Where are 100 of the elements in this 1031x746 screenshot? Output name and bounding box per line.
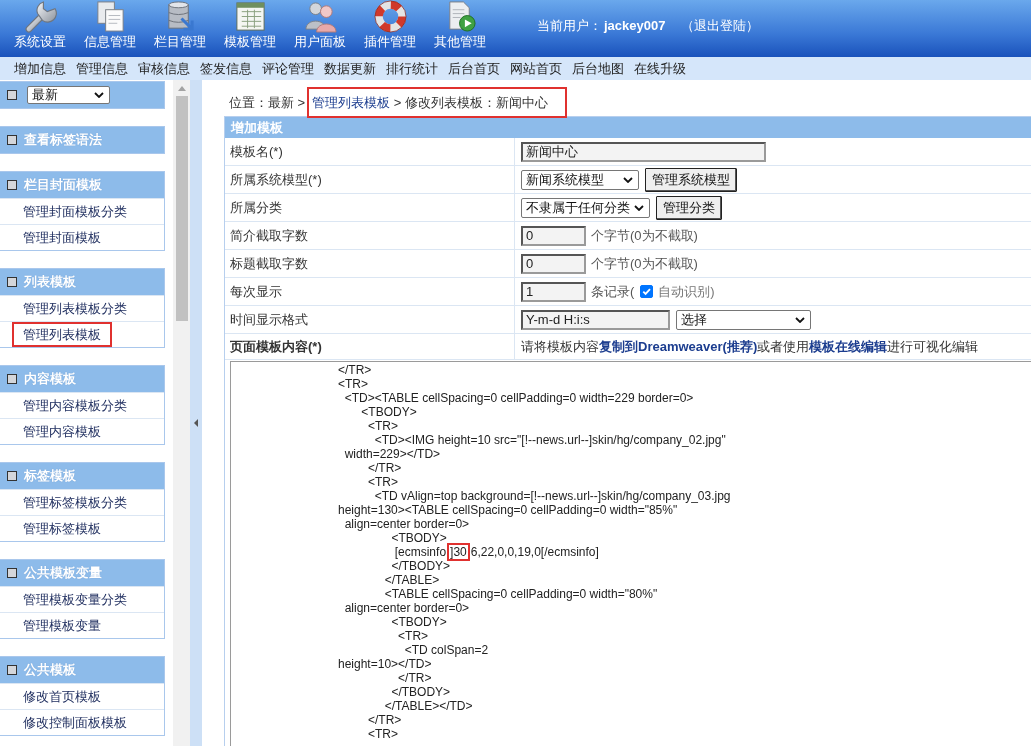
menu-item[interactable]: 信息管理: [75, 0, 145, 50]
sidebar-item[interactable]: 管理模板变量分类: [12, 587, 138, 612]
number-field[interactable]: 0: [521, 225, 586, 246]
users-icon: [303, 0, 337, 33]
square-icon[interactable]: [7, 135, 17, 145]
sidebar-item[interactable]: 管理内容模板: [12, 419, 112, 444]
code-editor[interactable]: [230, 361, 1031, 746]
code-line: </TBODY>: [391, 685, 451, 699]
field-label: 页面模板内容(*): [230, 337, 322, 356]
sidebar-item[interactable]: 管理封面模板分类: [12, 199, 138, 224]
toolbar-link[interactable]: 后台首页: [443, 60, 505, 77]
toolbar-link[interactable]: 后台地图: [567, 60, 629, 77]
code-line: <TD><IMG height=10 src="[!--news.url--]skin/hg/company_02.jpg": [374, 433, 726, 447]
menu-item[interactable]: 栏目管理: [145, 0, 215, 50]
toolbar-link[interactable]: 管理信息: [71, 60, 133, 77]
square-icon[interactable]: [7, 568, 17, 578]
code-line: height=10></TD>: [338, 657, 432, 671]
breadcrumb-link[interactable]: 管理列表模板: [312, 95, 391, 110]
code-line: <TD colSpan=2: [404, 643, 489, 657]
field-label: 简介截取字数: [230, 226, 308, 245]
toolbar-link[interactable]: 在线升级: [629, 60, 691, 77]
square-icon[interactable]: [7, 277, 17, 287]
menu-item[interactable]: 用户面板: [285, 0, 355, 50]
code-line: </TR>: [398, 671, 432, 685]
spreadsheet-icon: [233, 0, 267, 33]
code-line: <TBODY>: [391, 531, 447, 545]
field-label: 时间显示格式: [230, 310, 308, 329]
sidebar-item[interactable]: 管理标签模板: [12, 516, 112, 541]
sidebar-item[interactable]: 管理封面模板: [12, 225, 112, 250]
sidebar-item[interactable]: 管理内容模板分类: [12, 393, 138, 418]
code-line: </TR>: [368, 713, 402, 727]
menu-item[interactable]: 系统设置: [5, 0, 75, 50]
code-line: </TABLE>: [384, 573, 440, 587]
square-icon[interactable]: [7, 374, 17, 384]
unit-text: 个字节(0为不截取): [591, 226, 698, 245]
menu-item[interactable]: 插件管理: [355, 0, 425, 50]
text-field[interactable]: Y-m-d H:i:s: [521, 309, 670, 330]
code-line: </TR>: [368, 461, 402, 475]
code-line: <TR>: [368, 475, 399, 489]
field-label: 每次显示: [230, 282, 282, 301]
toolbar-link[interactable]: 网站首页: [505, 60, 567, 77]
link[interactable]: 模板在线编辑: [809, 338, 888, 354]
sidebar-item[interactable]: 修改控制面板模板: [12, 710, 138, 735]
number-field[interactable]: 0: [521, 253, 586, 274]
sidebar-item[interactable]: 管理列表模板: [12, 322, 112, 347]
checkbox[interactable]: [640, 285, 654, 298]
code-line: [ecmsinfo ]30 6,22,0,0,19,0[/ecmsinfo]: [394, 545, 599, 559]
breadcrumb: 位置：最新 > 管理列表模板 > 修改列表模板：新闻中心: [229, 87, 568, 118]
toolbar-link[interactable]: 审核信息: [133, 60, 195, 77]
text-field[interactable]: 新闻中心: [521, 141, 766, 162]
code-line: <TBODY>: [391, 615, 447, 629]
unit-text: 条记录(: [591, 282, 635, 301]
number-field[interactable]: 1: [521, 281, 586, 302]
code-line: </TABLE></TD>: [384, 699, 473, 713]
checkbox-label: 自动识别): [658, 282, 715, 301]
square-icon[interactable]: [7, 471, 17, 481]
code-line: <TD><TABLE cellSpacing=0 cellPadding=0 width=229 border=0>: [344, 391, 694, 405]
toolbar-link[interactable]: 数据更新: [319, 60, 381, 77]
toolbar-link[interactable]: 签发信息: [195, 60, 257, 77]
toolbar-link[interactable]: 增加信息: [9, 60, 71, 77]
code-line: <TR>: [338, 377, 368, 391]
lifebuoy-icon: [373, 0, 407, 33]
left-arrow-icon[interactable]: [194, 419, 198, 427]
square-icon[interactable]: [7, 90, 17, 100]
scrollbar-thumb[interactable]: [175, 96, 188, 321]
chevron-down-icon: [623, 176, 633, 183]
code-line: align=center border=0>: [344, 601, 470, 615]
toolbar-link[interactable]: 排行统计: [381, 60, 443, 77]
dropdown[interactable]: 新闻系统模型: [521, 169, 639, 190]
chevron-down-icon: [795, 316, 805, 323]
sidebar-item[interactable]: 管理模板变量: [12, 613, 112, 638]
code-line: align=center border=0>: [344, 517, 470, 531]
sidebar-item[interactable]: 管理列表模板分类: [12, 296, 138, 321]
instruction-text: 请将模板内容复制到Dreamweaver(推荐)或者使用模板在线编辑进行可视化编辑: [521, 337, 979, 356]
field-label: 标题截取字数: [230, 254, 308, 273]
manage-button[interactable]: 管理分类: [656, 195, 722, 220]
logout-link[interactable]: （退出登陆）: [681, 17, 760, 34]
username: jackey007: [604, 17, 666, 34]
dropdown[interactable]: 最新: [27, 86, 110, 104]
code-line: <TR>: [368, 727, 399, 741]
menu-item[interactable]: 其他管理: [425, 0, 495, 50]
toolbar-link[interactable]: 评论管理: [257, 60, 319, 77]
field-label: 所属分类: [230, 198, 282, 217]
user-label: 当前用户：: [537, 17, 602, 34]
code-line: <TR>: [368, 419, 399, 433]
unit-text: 个字节(0为不截取): [591, 254, 698, 273]
code-line: </TBODY>: [391, 559, 451, 573]
code-line: <TABLE cellSpacing=0 cellPadding=0 width="80%": [384, 587, 658, 601]
code-line: </TR>: [338, 363, 372, 377]
dropdown[interactable]: 不隶属于任何分类: [521, 197, 650, 218]
sidebar-item[interactable]: 修改首页模板: [12, 684, 112, 709]
code-line: <TBODY>: [361, 405, 417, 419]
manage-button[interactable]: 管理系统模型: [645, 167, 737, 192]
sidebar-item[interactable]: 管理标签模板分类: [12, 490, 138, 515]
menu-item[interactable]: 模板管理: [215, 0, 285, 50]
square-icon[interactable]: [7, 180, 17, 190]
square-icon[interactable]: [7, 665, 17, 675]
dropdown[interactable]: 选择: [676, 309, 811, 330]
link[interactable]: 复制到Dreamweaver(推荐): [599, 338, 758, 354]
code-line: width=229></TD>: [344, 447, 441, 461]
